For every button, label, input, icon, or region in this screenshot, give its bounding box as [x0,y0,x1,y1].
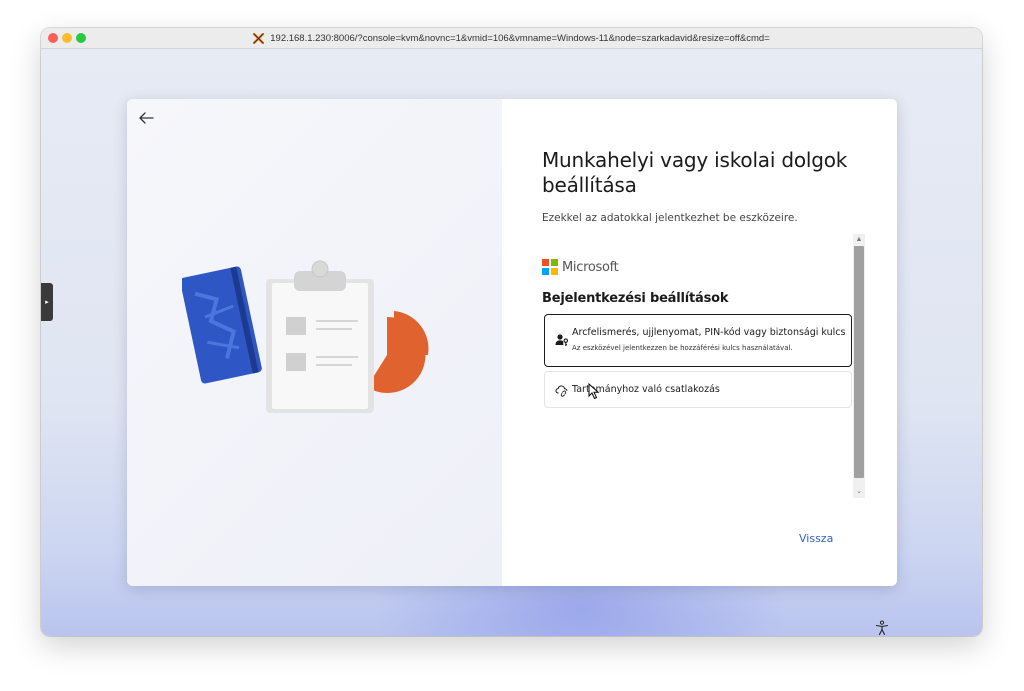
clipboard-icon [266,260,374,413]
option-passkey[interactable]: Arcfelismerés, ujjlenyomat, PIN-kód vagy… [544,314,852,367]
page-subtitle: Ezekkel az adatokkal jelentkezhet be esz… [542,212,798,224]
notebook-icon [182,266,262,384]
scroll-up-arrow-icon[interactable]: ▲ [853,234,865,246]
address-bar-url: 192.168.1.230:8006/?console=kvm&novnc=1&… [270,32,770,44]
browser-titlebar: 192.168.1.230:8006/?console=kvm&novnc=1&… [41,28,982,49]
back-arrow-icon[interactable] [137,109,155,127]
browser-window: 192.168.1.230:8006/?console=kvm&novnc=1&… [41,28,982,636]
address-bar[interactable]: 192.168.1.230:8006/?console=kvm&novnc=1&… [41,28,982,48]
accessibility-icon[interactable] [874,620,890,636]
person-key-icon [555,334,569,346]
vm-desktop: ▸ Munkahelyi vagy iskolai dolgok beállít… [41,49,982,636]
cloud-link-icon [555,385,568,397]
option-passkey-title: Arcfelismerés, ujjlenyomat, PIN-kód vagy… [572,327,846,338]
microsoft-wordmark: Microsoft [562,259,619,275]
scroll-down-arrow-icon[interactable]: ⌄ [853,486,865,498]
proxmox-icon [253,32,265,44]
novnc-sidebar-handle[interactable]: ▸ [41,283,53,321]
scroll-thumb[interactable] [854,246,864,478]
oobe-dialog: Munkahelyi vagy iskolai dolgok beállítás… [127,99,897,586]
microsoft-grid-icon [542,259,558,275]
pie-chart-icon [367,311,429,393]
section-title: Bejelentkezési beállítások [542,291,729,306]
options-scrollbar[interactable]: ▲ ⌄ [853,234,865,498]
mouse-cursor-icon [588,383,600,400]
option-passkey-description: Az eszközével jelentkezzen be hozzáférés… [572,344,793,352]
content-pane: Munkahelyi vagy iskolai dolgok beállítás… [502,99,897,586]
back-button[interactable]: Vissza [799,532,833,545]
work-school-illustration [182,260,429,413]
page-title: Munkahelyi vagy iskolai dolgok beállítás… [542,148,848,197]
illustration-pane [127,99,502,586]
microsoft-logo: Microsoft [542,259,619,275]
